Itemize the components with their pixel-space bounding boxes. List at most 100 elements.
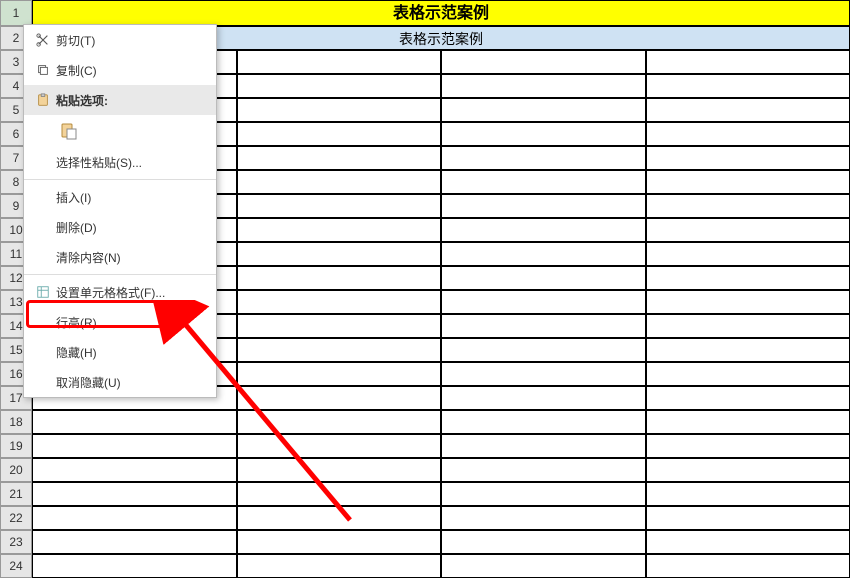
cell[interactable] bbox=[646, 122, 850, 146]
cell[interactable] bbox=[441, 266, 646, 290]
cell[interactable] bbox=[646, 290, 850, 314]
cell[interactable] bbox=[237, 74, 442, 98]
cell[interactable] bbox=[646, 242, 850, 266]
cell[interactable] bbox=[646, 338, 850, 362]
cell[interactable] bbox=[237, 482, 442, 506]
row-header[interactable]: 21 bbox=[0, 482, 32, 506]
cell[interactable] bbox=[441, 458, 646, 482]
cell[interactable] bbox=[237, 122, 442, 146]
menu-format-cells[interactable]: 设置单元格格式(F)... bbox=[24, 277, 216, 307]
cell[interactable] bbox=[646, 98, 850, 122]
cell[interactable] bbox=[32, 482, 237, 506]
cell[interactable] bbox=[441, 434, 646, 458]
cell[interactable] bbox=[237, 410, 442, 434]
cell[interactable] bbox=[237, 266, 442, 290]
title-cell[interactable]: 表格示范案例 bbox=[32, 0, 850, 26]
menu-insert[interactable]: 插入(I) bbox=[24, 182, 216, 212]
cell[interactable] bbox=[441, 530, 646, 554]
cell[interactable] bbox=[32, 434, 237, 458]
cell[interactable] bbox=[646, 386, 850, 410]
cell[interactable] bbox=[646, 218, 850, 242]
menu-unhide[interactable]: 取消隐藏(U) bbox=[24, 367, 216, 397]
cell[interactable] bbox=[646, 50, 850, 74]
cell[interactable] bbox=[237, 170, 442, 194]
cell[interactable] bbox=[237, 506, 442, 530]
cell[interactable] bbox=[646, 362, 850, 386]
cell[interactable] bbox=[441, 194, 646, 218]
cell[interactable] bbox=[32, 506, 237, 530]
cell[interactable] bbox=[441, 290, 646, 314]
menu-label: 设置单元格格式(F)... bbox=[56, 284, 208, 301]
cell[interactable] bbox=[441, 386, 646, 410]
row-header[interactable]: 22 bbox=[0, 506, 32, 530]
scissors-icon bbox=[30, 33, 56, 47]
menu-label: 清除内容(N) bbox=[56, 249, 208, 266]
row-header[interactable]: 19 bbox=[0, 434, 32, 458]
cell[interactable] bbox=[646, 530, 850, 554]
cell[interactable] bbox=[237, 386, 442, 410]
cell[interactable] bbox=[237, 554, 442, 578]
cell[interactable] bbox=[237, 338, 442, 362]
cell[interactable] bbox=[441, 362, 646, 386]
menu-cut[interactable]: 剪切(T) bbox=[24, 25, 216, 55]
cell[interactable] bbox=[441, 146, 646, 170]
cell[interactable] bbox=[237, 218, 442, 242]
row-header[interactable]: 23 bbox=[0, 530, 32, 554]
cell[interactable] bbox=[237, 146, 442, 170]
cell[interactable] bbox=[237, 434, 442, 458]
cell[interactable] bbox=[646, 410, 850, 434]
cell[interactable] bbox=[32, 458, 237, 482]
context-menu: 剪切(T) 复制(C) 粘贴选项: 选择性粘贴(S)... 插入(I) 删除(D… bbox=[23, 24, 217, 398]
cell[interactable] bbox=[441, 482, 646, 506]
row-header[interactable]: 20 bbox=[0, 458, 32, 482]
row-header[interactable]: 18 bbox=[0, 410, 32, 434]
cell[interactable] bbox=[646, 74, 850, 98]
cell[interactable] bbox=[646, 506, 850, 530]
cell[interactable] bbox=[237, 458, 442, 482]
cell[interactable] bbox=[441, 74, 646, 98]
cell[interactable] bbox=[237, 194, 442, 218]
cell[interactable] bbox=[237, 242, 442, 266]
menu-hide[interactable]: 隐藏(H) bbox=[24, 337, 216, 367]
row-header[interactable]: 24 bbox=[0, 554, 32, 578]
menu-clear-contents[interactable]: 清除内容(N) bbox=[24, 242, 216, 272]
cell[interactable] bbox=[441, 170, 646, 194]
cell[interactable] bbox=[646, 146, 850, 170]
cell[interactable] bbox=[237, 314, 442, 338]
cell[interactable] bbox=[237, 362, 442, 386]
cell[interactable] bbox=[646, 194, 850, 218]
cell[interactable] bbox=[646, 266, 850, 290]
cell[interactable] bbox=[646, 482, 850, 506]
menu-copy[interactable]: 复制(C) bbox=[24, 55, 216, 85]
cell[interactable] bbox=[441, 218, 646, 242]
cell[interactable] bbox=[646, 314, 850, 338]
menu-paste-options-header: 粘贴选项: bbox=[24, 85, 216, 115]
cell[interactable] bbox=[237, 98, 442, 122]
cell[interactable] bbox=[441, 314, 646, 338]
cell[interactable] bbox=[441, 122, 646, 146]
menu-delete[interactable]: 删除(D) bbox=[24, 212, 216, 242]
cell[interactable] bbox=[32, 554, 237, 578]
menu-label: 行高(R)... bbox=[56, 314, 208, 331]
cell[interactable] bbox=[441, 50, 646, 74]
cell[interactable] bbox=[646, 458, 850, 482]
cell[interactable] bbox=[32, 410, 237, 434]
cell[interactable] bbox=[646, 170, 850, 194]
cell[interactable] bbox=[441, 410, 646, 434]
cell[interactable] bbox=[441, 242, 646, 266]
menu-row-height[interactable]: 行高(R)... bbox=[24, 307, 216, 337]
cell[interactable] bbox=[237, 50, 442, 74]
cell[interactable] bbox=[237, 290, 442, 314]
cell[interactable] bbox=[646, 434, 850, 458]
cell[interactable] bbox=[441, 554, 646, 578]
cell[interactable] bbox=[441, 98, 646, 122]
cell[interactable] bbox=[441, 506, 646, 530]
cell[interactable] bbox=[237, 530, 442, 554]
cell[interactable] bbox=[32, 530, 237, 554]
menu-paste-option[interactable] bbox=[24, 115, 216, 147]
menu-label: 剪切(T) bbox=[56, 32, 208, 49]
menu-paste-special[interactable]: 选择性粘贴(S)... bbox=[24, 147, 216, 177]
row-header[interactable]: 1 bbox=[0, 0, 32, 26]
cell[interactable] bbox=[441, 338, 646, 362]
cell[interactable] bbox=[646, 554, 850, 578]
